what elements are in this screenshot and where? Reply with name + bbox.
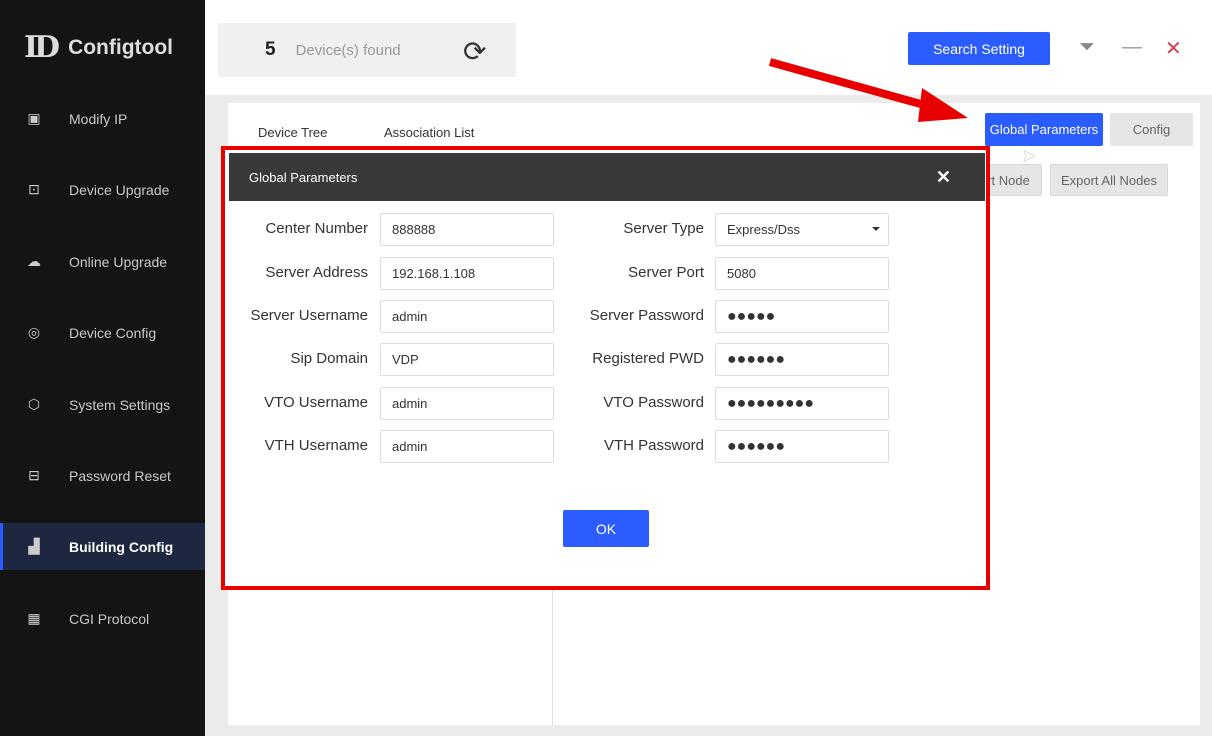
upgrade-icon: ⊡ [28,181,40,197]
server-password-value: ●●●●● [727,307,776,325]
sidebar-item-label: System Settings [69,396,171,413]
center-number-value: 888888 [392,222,436,237]
logo-icon: ID [24,30,60,65]
tab-device-tree[interactable]: Device Tree [258,125,327,140]
server-port-label: Server Port [628,264,704,281]
ip-icon: ▣ [27,110,41,126]
app-title: Configtool [68,35,174,59]
server-username-value: admin [392,309,428,324]
global-parameters-dialog: Global Parameters ✕ Center Number 888888 S… [229,153,985,585]
device-count-box: 5 Device(s) found ⟳ [218,23,516,77]
vth-password-value: ●●●●●● [727,437,785,455]
mouse-cursor-icon: ➤ [1022,148,1036,165]
server-address-label: Server Address [265,264,368,281]
server-port-value: 5080 [727,266,756,281]
vto-password-label: VTO Password [603,394,704,411]
building-icon: ▟ [28,538,40,554]
lock-icon: ⊟ [28,467,40,483]
sidebar-item-modify-ip[interactable]: ▣ Modify IP [0,95,205,142]
qr-icon: ▦ [27,610,41,626]
detail-pane [561,590,1200,725]
settings-icon: ⬡ [27,396,41,412]
logo: ID Configtool [24,30,173,65]
vth-password-label: VTH Password [603,437,704,454]
vth-password-input[interactable]: ●●●●●● [715,430,889,463]
device-count-label: Device(s) found [295,41,401,59]
sip-domain-value: VDP [392,352,419,367]
sidebar-item-label: CGI Protocol [69,610,150,627]
server-type-value: Express/Dss [727,222,800,237]
global-parameters-button[interactable]: Global Parameters [985,113,1103,146]
sidebar-item-label: Building Config [69,538,174,555]
dialog-close-icon[interactable]: ✕ [936,167,951,188]
sidebar: ID Configtool ▣ Modify IP ⊡ Device Upgrade… [0,0,205,736]
sidebar-item-online-upgrade[interactable]: ☁ Online Upgrade [0,238,205,285]
config-button[interactable]: Config [1110,113,1193,146]
dialog-header: Global Parameters ✕ [229,153,985,201]
sidebar-item-device-config[interactable]: ◎ Device Config [0,309,205,356]
minimize-icon[interactable]: — [1122,36,1142,59]
sidebar-item-device-upgrade[interactable]: ⊡ Device Upgrade [0,166,205,213]
sidebar-item-label: Online Upgrade [69,253,168,270]
registered-pwd-value: ●●●●●● [727,350,785,368]
server-password-input[interactable]: ●●●●● [715,300,889,333]
vth-username-label: VTH Username [264,437,368,454]
vto-username-value: admin [392,396,428,411]
server-password-label: Server Password [589,307,704,324]
device-count: 5 [265,39,276,60]
chevron-down-icon [872,227,880,231]
menu-dropdown-icon[interactable]: ⏷ [1079,36,1095,59]
device-tree-pane [228,590,553,725]
vth-username-value: admin [392,439,428,454]
vto-password-value: ●●●●●●●●● [727,394,814,412]
sidebar-item-label: Device Upgrade [69,181,170,198]
server-username-label: Server Username [250,307,368,324]
refresh-icon[interactable]: ⟳ [463,35,486,68]
sidebar-item-cgi-protocol[interactable]: ▦ CGI Protocol [0,595,205,642]
sidebar-item-label: Password Reset [69,467,171,484]
registered-pwd-input[interactable]: ●●●●●● [715,343,889,376]
config-icon: ◎ [27,324,41,340]
cloud-upgrade-icon: ☁ [27,253,41,269]
ok-button[interactable]: OK [563,510,649,547]
tab-association-list[interactable]: Association List [384,125,474,140]
dialog-title: Global Parameters [249,169,358,185]
export-all-nodes-button[interactable]: Export All Nodes [1050,164,1168,196]
registered-pwd-label: Registered PWD [592,350,704,367]
sidebar-item-password-reset[interactable]: ⊟ Password Reset [0,452,205,499]
server-address-value: 192.168.1.108 [392,266,476,281]
vto-password-input[interactable]: ●●●●●●●●● [715,387,889,420]
server-type-select[interactable]: Express/Dss [715,213,889,246]
vto-username-label: VTO Username [264,394,368,411]
server-port-input[interactable]: 5080 [715,257,889,290]
close-icon[interactable]: ✕ [1165,36,1182,61]
sidebar-item-building-config[interactable]: ▟ Building Config [0,523,205,570]
search-setting-button[interactable]: Search Setting [908,32,1050,65]
server-type-label: Server Type [623,220,704,237]
sip-domain-label: Sip Domain [290,350,368,367]
sidebar-item-label: Modify IP [69,110,128,127]
sidebar-item-system-settings[interactable]: ⬡ System Settings [0,381,205,428]
center-number-label: Center Number [265,220,368,237]
sidebar-item-label: Device Config [69,324,157,341]
